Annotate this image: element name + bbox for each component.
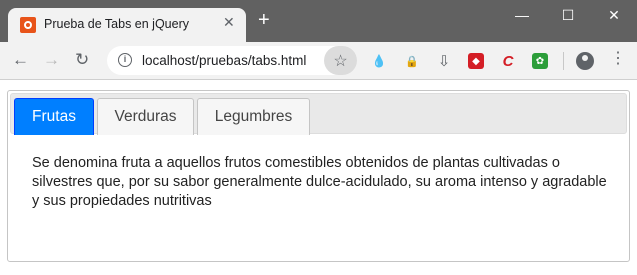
lock-icon[interactable]: 🔒 <box>404 53 420 69</box>
tab-panel-text: Se denomina fruta a aquellos frutos come… <box>32 155 607 209</box>
minimize-button[interactable]: — <box>499 0 545 30</box>
browser-toolbar: ← → ↻ i localhost/pruebas/tabs.html ☆ 💧 … <box>0 42 637 80</box>
tab-frutas[interactable]: Frutas <box>14 98 94 135</box>
tabs-nav: Frutas Verduras Legumbres <box>10 93 627 135</box>
browser-tab[interactable]: Prueba de Tabs en jQuery ✕ <box>8 8 246 42</box>
window-controls: — ☐ ✕ <box>499 0 637 30</box>
tabs-widget: Frutas Verduras Legumbres Se denomina fr… <box>7 90 630 262</box>
red-c-extension-icon[interactable]: C <box>500 53 516 70</box>
new-tab-button[interactable]: + <box>258 10 270 30</box>
xampp-favicon-icon <box>20 17 36 33</box>
maximize-button[interactable]: ☐ <box>545 0 591 30</box>
tab-title: Prueba de Tabs en jQuery <box>44 17 190 31</box>
download-tray-icon[interactable]: ⇩ <box>436 53 452 70</box>
drop-icon[interactable]: 💧 <box>371 53 387 69</box>
close-window-button[interactable]: ✕ <box>591 0 637 30</box>
green-puzzle-extension-icon[interactable]: ✿ <box>532 53 548 69</box>
red-square-extension-icon[interactable]: ◆ <box>468 53 484 69</box>
back-button[interactable]: ← <box>12 50 29 70</box>
profile-avatar-icon[interactable] <box>576 52 594 70</box>
toolbar-separator <box>563 52 564 70</box>
bookmark-star-icon[interactable]: ☆ <box>324 46 357 75</box>
site-info-icon[interactable]: i <box>118 53 132 67</box>
page-viewport: Frutas Verduras Legumbres Se denomina fr… <box>0 80 637 275</box>
forward-button[interactable]: → <box>43 50 60 70</box>
tab-verduras[interactable]: Verduras <box>97 98 194 135</box>
url-text[interactable]: localhost/pruebas/tabs.html <box>142 53 306 68</box>
tab-legumbres[interactable]: Legumbres <box>197 98 310 135</box>
browser-titlebar: Prueba de Tabs en jQuery ✕ + — ☐ ✕ <box>0 0 637 42</box>
reload-button[interactable]: ↻ <box>75 50 89 70</box>
tab-close-icon[interactable]: ✕ <box>223 14 235 31</box>
menu-dots-icon[interactable]: ⋮ <box>610 50 626 68</box>
address-bar[interactable]: i localhost/pruebas/tabs.html <box>107 46 357 75</box>
